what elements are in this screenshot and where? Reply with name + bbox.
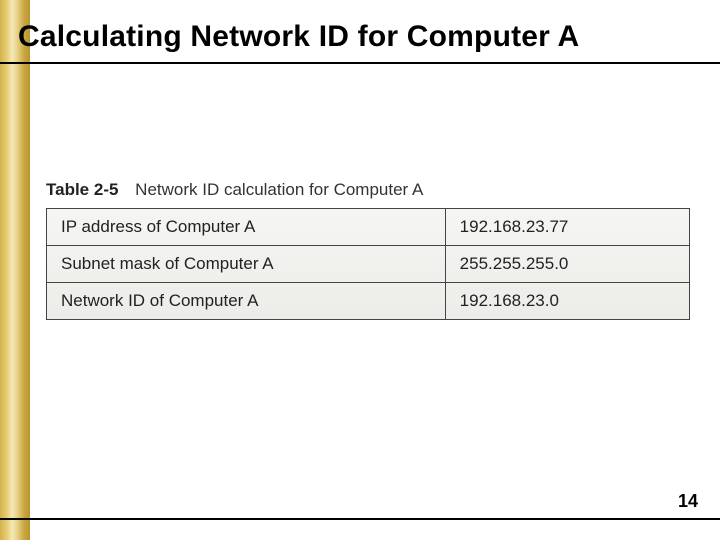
footer-rule (0, 518, 720, 520)
table-caption: Table 2-5 Network ID calculation for Com… (46, 180, 690, 200)
table-label: Table 2-5 (46, 180, 118, 199)
table-row: Network ID of Computer A 192.168.23.0 (47, 283, 690, 320)
decorative-side-bar (0, 0, 30, 540)
table-cell-key: Network ID of Computer A (47, 283, 446, 320)
table-row: Subnet mask of Computer A 255.255.255.0 (47, 246, 690, 283)
network-id-table: IP address of Computer A 192.168.23.77 S… (46, 208, 690, 320)
page-title: Calculating Network ID for Computer A (18, 20, 710, 54)
table-cell-key: IP address of Computer A (47, 209, 446, 246)
table-container: Table 2-5 Network ID calculation for Com… (46, 180, 690, 320)
page-number: 14 (678, 491, 698, 512)
title-rule (0, 62, 720, 64)
table-caption-text: Network ID calculation for Computer A (135, 180, 423, 199)
table-cell-value: 192.168.23.0 (445, 283, 689, 320)
table-cell-value: 192.168.23.77 (445, 209, 689, 246)
table-row: IP address of Computer A 192.168.23.77 (47, 209, 690, 246)
table-cell-value: 255.255.255.0 (445, 246, 689, 283)
table-cell-key: Subnet mask of Computer A (47, 246, 446, 283)
